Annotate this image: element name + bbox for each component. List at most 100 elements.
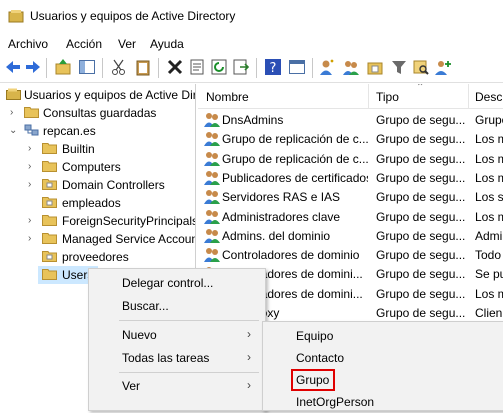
ou-folder-icon [42,179,57,190]
cell-descripcion: Los m [475,209,503,224]
cell-descripcion: Los m [475,170,503,185]
menu-item-buscar[interactable]: Buscar... [89,295,265,317]
table-row[interactable]: Grupo de replicación de c... Grupo de seg… [198,149,503,168]
column-header-nombre[interactable]: Nombre [206,90,249,104]
chevron-right-icon: › [247,350,251,364]
tree-item-saved-queries[interactable]: › Consultas guardadas [0,104,195,122]
cell-tipo: Grupo de segu... [376,209,466,224]
delete-icon[interactable] [166,58,184,76]
table-row[interactable]: Servidores RAS e IAS Grupo de segu... Los … [198,187,503,206]
cell-descripcion: Clien [475,306,503,320]
tree-item-label: Domain Controllers [62,178,165,192]
chevron-right-icon[interactable]: › [28,215,31,226]
add-to-group-icon[interactable] [434,58,452,76]
chevron-right-icon: › [247,327,251,341]
submenu-nuevo: Equipo Contacto Grupo InetOrgPerson [262,321,503,411]
chevron-right-icon[interactable]: › [28,161,31,172]
menu-separator [119,320,259,321]
cell-descripcion: Los m [475,151,503,166]
cell-descripcion: Se pu [475,267,503,282]
active-directory-icon [8,10,24,23]
tree-item-label: empleados [62,196,121,210]
cut-icon[interactable] [110,58,128,76]
cell-descripcion: Los m [475,132,503,147]
table-row[interactable]: Administradores clave Grupo de segu... Los… [198,207,503,226]
tree-item-builtin[interactable]: › Builtin [0,140,195,158]
folder-icon [42,233,57,244]
tree-item-managed-service-accounts[interactable]: › Managed Service Accounts [0,230,195,248]
active-directory-icon [6,88,21,100]
properties-icon[interactable] [188,58,206,76]
cell-nombre: Controladores de dominio [222,248,360,263]
new-ou-icon[interactable] [366,58,384,76]
table-row[interactable]: Admins. del dominio Grupo de segu... Admi [198,226,503,245]
show-pane-icon[interactable] [78,58,96,76]
security-group-icon [204,247,220,263]
tree-root[interactable]: Usuarios y equipos de Active Directory [0,86,195,104]
menu-item-label: Delegar control... [122,276,214,290]
chevron-right-icon[interactable]: › [28,233,31,244]
tree-item-label: Managed Service Accounts [62,232,196,246]
cell-tipo: Grupo de segu... [376,132,466,147]
back-arrow-icon[interactable] [4,58,22,76]
menu-item-delegar-control[interactable]: Delegar control... [89,272,265,294]
menu-item-todas-las-tareas[interactable]: Todas las tareas › [89,347,265,369]
menu-item-label: InetOrgPerson [296,395,375,409]
new-group-icon[interactable] [342,58,360,76]
chevron-down-icon[interactable]: ⌄ [9,125,17,136]
paste-icon[interactable] [134,58,152,76]
cell-tipo: Grupo de segu... [376,248,466,263]
table-row[interactable]: Publicadores de certificados Grupo de seg… [198,168,503,187]
tree-item-label: ForeignSecurityPrincipals [62,214,196,228]
help-icon[interactable]: ? [264,58,282,76]
cell-nombre: Administradores clave [222,209,341,224]
export-icon[interactable] [232,58,250,76]
submenu-item-grupo[interactable]: Grupo [263,369,503,391]
folder-icon [42,215,57,226]
chevron-right-icon[interactable]: › [10,107,13,118]
cell-descripcion: Grupo [475,113,503,127]
submenu-item-inetorgperson[interactable]: InetOrgPerson [263,391,503,413]
table-row[interactable]: Controladores de dominio Grupo de segu...… [198,245,503,264]
find-icon[interactable] [412,58,430,76]
chevron-right-icon[interactable]: › [28,143,31,154]
toolbar: ? [0,54,503,83]
menu-item-nuevo[interactable]: Nuevo › [89,324,265,346]
cell-descripcion: Todo [475,248,502,263]
tree-item-domain-controllers[interactable]: › Domain Controllers [0,176,195,194]
menu-accion[interactable]: Acción [66,37,102,51]
table-row[interactable]: Grupo de replicación de c... Grupo de seg… [198,129,503,148]
up-folder-icon[interactable] [54,58,72,76]
forward-arrow-icon[interactable] [24,58,42,76]
cell-nombre: Grupo de replicación de c... [222,151,368,166]
list-header: Nombre Tipo ⌃ Descr [198,84,503,109]
new-user-icon[interactable] [318,58,336,76]
chevron-right-icon[interactable]: › [28,179,31,190]
tree-item-label: Builtin [62,142,95,156]
menu-archivo[interactable]: Archivo [8,37,48,51]
tree-item-label: repcan.es [43,124,96,138]
menu-item-label: Equipo [296,329,334,343]
console-icon[interactable] [288,58,306,76]
sort-ascending-icon: ⌃ [416,84,425,93]
submenu-item-equipo[interactable]: Equipo [263,325,503,347]
column-header-descripcion[interactable]: Descr [475,90,503,104]
table-row[interactable]: DnsAdmins Grupo de segu... Grupo [198,110,503,129]
menu-item-ver[interactable]: Ver › [89,375,265,397]
menu-ver[interactable]: Ver [118,37,136,51]
tree-item-empleados[interactable]: empleados [0,194,195,212]
tree-item-domain[interactable]: ⌄ repcan.es [0,122,195,140]
tree-item-computers[interactable]: › Computers [0,158,195,176]
tree-item-proveedores[interactable]: proveedores [0,248,195,266]
cell-nombre: DnsAdmins [222,113,284,127]
cell-tipo: Grupo de segu... [376,286,466,301]
cell-tipo: Grupo de segu... [376,228,466,243]
submenu-item-contacto[interactable]: Contacto [263,347,503,369]
column-header-tipo[interactable]: Tipo [376,90,399,104]
menu-ayuda[interactable]: Ayuda [150,37,184,51]
refresh-icon[interactable] [210,58,228,76]
tree-item-foreign-security-principals[interactable]: › ForeignSecurityPrincipals [0,212,195,230]
folder-icon [24,107,39,118]
grupo-highlight-box [291,369,335,391]
filter-icon[interactable] [390,58,408,76]
